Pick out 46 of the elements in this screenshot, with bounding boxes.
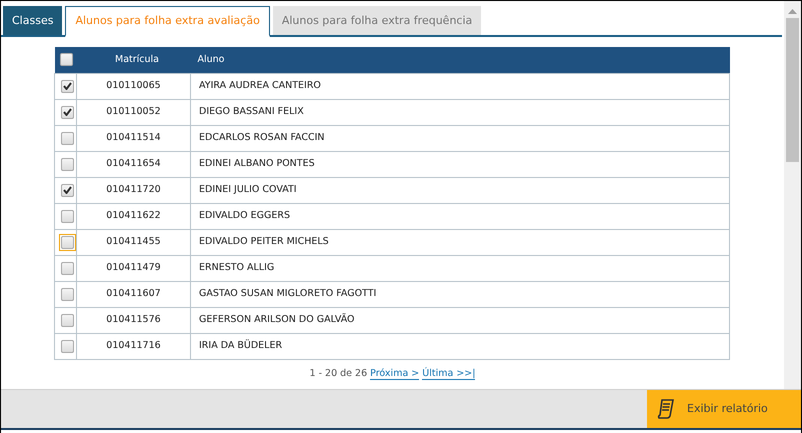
pagination-summary: 1 - 20 de 26 bbox=[310, 368, 368, 378]
checkbox[interactable] bbox=[61, 210, 74, 222]
table-cell: GEFERSON ARILSON DO GALVÃO bbox=[190, 307, 730, 333]
table-cell: EDIVALDO PEITER MICHELS bbox=[190, 229, 730, 255]
table-cell: 010411607 bbox=[76, 281, 190, 307]
scrollbar[interactable] bbox=[784, 1, 801, 389]
checkbox[interactable] bbox=[61, 340, 74, 352]
table-cell: EDINEI ALBANO PONTES bbox=[190, 151, 730, 177]
table-cell: 010411720 bbox=[76, 177, 190, 203]
table-cell: 010110052 bbox=[76, 99, 190, 125]
column-header: Matrícula bbox=[115, 54, 159, 65]
table-cell: 010411716 bbox=[76, 333, 190, 359]
table-cell: 010411654 bbox=[76, 151, 190, 177]
table-cell: 010411622 bbox=[76, 203, 190, 229]
pagination-link[interactable]: Última >>| bbox=[422, 368, 476, 380]
table-cell: AYIRA AUDREA CANTEIRO bbox=[190, 73, 730, 99]
tab[interactable]: Alunos para folha extra frequência bbox=[272, 6, 482, 35]
checkbox[interactable] bbox=[61, 288, 74, 300]
table-cell: 010411479 bbox=[76, 255, 190, 281]
table-cell: 010411576 bbox=[76, 307, 190, 333]
tab[interactable]: Classes bbox=[3, 6, 62, 35]
checkbox[interactable] bbox=[61, 262, 74, 274]
table-cell: 010411455 bbox=[76, 229, 190, 255]
checkbox[interactable] bbox=[60, 52, 72, 66]
column-header: Aluno bbox=[198, 54, 224, 65]
checkbox[interactable] bbox=[61, 80, 74, 92]
table-cell: DIEGO BASSANI FELIX bbox=[190, 99, 730, 125]
table-cell: ERNESTO ALLIG bbox=[190, 255, 730, 281]
table-cell: 010110065 bbox=[76, 73, 190, 99]
checkbox[interactable] bbox=[61, 314, 74, 326]
checkbox[interactable] bbox=[61, 184, 74, 196]
table-cell: EDCARLOS ROSAN FACCIN bbox=[190, 125, 730, 151]
table-cell: EDIVALDO EGGERS bbox=[190, 203, 730, 229]
table-cell: GASTAO SUSAN MIGLORETO FAGOTTI bbox=[190, 281, 730, 307]
show-report-button[interactable]: Exibir relatório bbox=[647, 390, 801, 428]
checkbox[interactable] bbox=[61, 106, 74, 118]
table-cell: EDINEI JULIO COVATI bbox=[190, 177, 730, 203]
table-cell: IRIA DA BÜDELER bbox=[190, 333, 730, 359]
tab[interactable]: Alunos para folha extra avaliação bbox=[65, 6, 270, 37]
report-icon bbox=[657, 399, 675, 419]
pagination-link[interactable]: Próxima > bbox=[370, 368, 420, 380]
scroll-thumb[interactable] bbox=[786, 18, 799, 162]
checkbox[interactable] bbox=[61, 132, 74, 144]
checkbox[interactable] bbox=[61, 158, 74, 170]
table-cell: 010411514 bbox=[76, 125, 190, 151]
scroll-up-icon[interactable] bbox=[788, 9, 797, 15]
